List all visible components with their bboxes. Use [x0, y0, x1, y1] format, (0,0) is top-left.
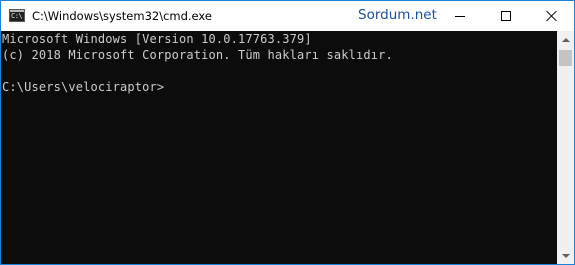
cmd-icon[interactable]: C:\ — [9, 9, 25, 22]
chevron-up-icon — [561, 37, 570, 42]
minimize-button[interactable] — [437, 1, 483, 31]
close-button[interactable] — [529, 1, 574, 31]
cmd-window: C:\ C:\Windows\system32\cmd.exe Sordum.n… — [0, 0, 575, 265]
window-title: C:\Windows\system32\cmd.exe — [32, 9, 212, 23]
maximize-button[interactable] — [483, 1, 529, 31]
maximize-icon — [501, 11, 511, 21]
console-area[interactable]: Microsoft Windows [Version 10.0.17763.37… — [1, 31, 557, 264]
close-icon — [546, 10, 558, 22]
cmd-icon-glyph: C:\ — [11, 12, 23, 20]
scroll-thumb[interactable] — [559, 50, 572, 66]
console-line-version: Microsoft Windows [Version 10.0.17763.37… — [2, 32, 312, 46]
vertical-scrollbar[interactable] — [557, 31, 574, 264]
console-line-copyright: (c) 2018 Microsoft Corporation. Tüm hakl… — [2, 48, 393, 62]
scroll-up-button[interactable] — [557, 31, 574, 48]
console-prompt[interactable]: C:\Users\velociraptor> — [2, 79, 164, 95]
watermark: Sordum.net — [358, 7, 437, 23]
minimize-icon — [455, 15, 465, 17]
scroll-down-button[interactable] — [557, 247, 574, 264]
title-bar[interactable]: C:\ C:\Windows\system32\cmd.exe Sordum.n… — [1, 1, 574, 31]
chevron-down-icon — [561, 253, 570, 258]
